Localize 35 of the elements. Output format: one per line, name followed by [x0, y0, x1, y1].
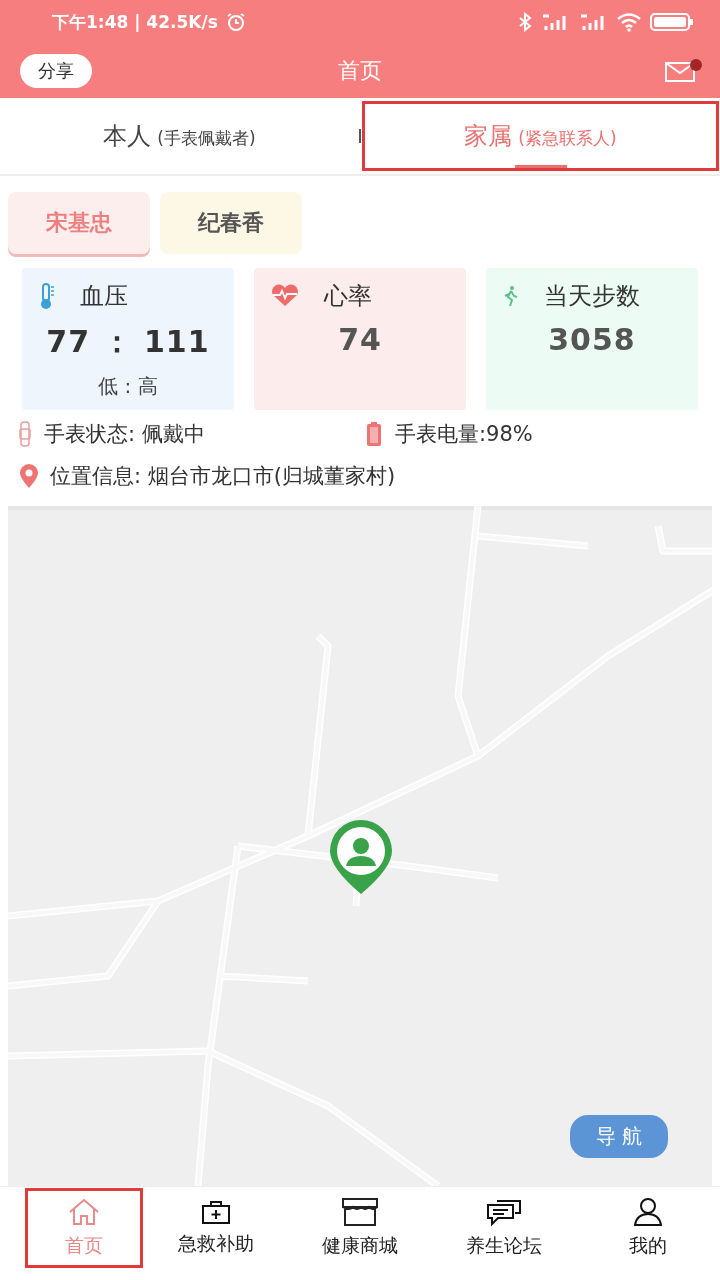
alarm-icon [225, 12, 246, 32]
wifi-icon [616, 12, 642, 32]
location-pin-icon [18, 463, 40, 489]
storefront-icon [341, 1197, 379, 1227]
home-icon [67, 1197, 101, 1227]
tab[interactable]: 本人 (手表佩戴者) [0, 100, 359, 172]
watch-icon [18, 421, 32, 447]
location-text: 位置信息: 烟台市龙口市(归城董家村) [50, 463, 396, 490]
battery-icon [365, 421, 383, 447]
member-tab[interactable]: 纪春香 [160, 192, 302, 254]
walking-icon [502, 285, 520, 307]
stat-label: 心率 [324, 281, 372, 312]
nav-item[interactable]: 健康商城 [288, 1187, 432, 1269]
stat-value: 74 [338, 322, 382, 357]
bluetooth-icon [518, 12, 532, 32]
thermometer-icon [38, 282, 56, 310]
chat-bubbles-icon [485, 1197, 523, 1227]
nav-item[interactable]: 急救补助 [144, 1187, 288, 1269]
watch-status: 手表状态: 佩戴中 [44, 421, 205, 448]
stat-label: 血压 [80, 281, 128, 312]
nav-item[interactable]: 养生论坛 [432, 1187, 576, 1269]
share-button[interactable]: 分享 [20, 54, 92, 88]
status-time: 下午1:48 | 42.5K/s [52, 10, 218, 34]
stat-value: 3058 [548, 322, 636, 357]
battery-icon [650, 12, 694, 32]
watch-battery: 手表电量:98% [395, 421, 533, 448]
stat-label: 当天步数 [544, 281, 640, 312]
mail-icon[interactable] [664, 58, 704, 84]
page-title: 首页 [338, 58, 382, 83]
stat-caption: 低 : 高 [98, 373, 158, 400]
first-aid-kit-icon [201, 1199, 231, 1225]
person-icon [632, 1197, 664, 1227]
heartbeat-icon [270, 284, 300, 308]
stat-value: 77 ： 111 [46, 323, 210, 361]
nav-item[interactable]: 我的 [576, 1187, 720, 1269]
